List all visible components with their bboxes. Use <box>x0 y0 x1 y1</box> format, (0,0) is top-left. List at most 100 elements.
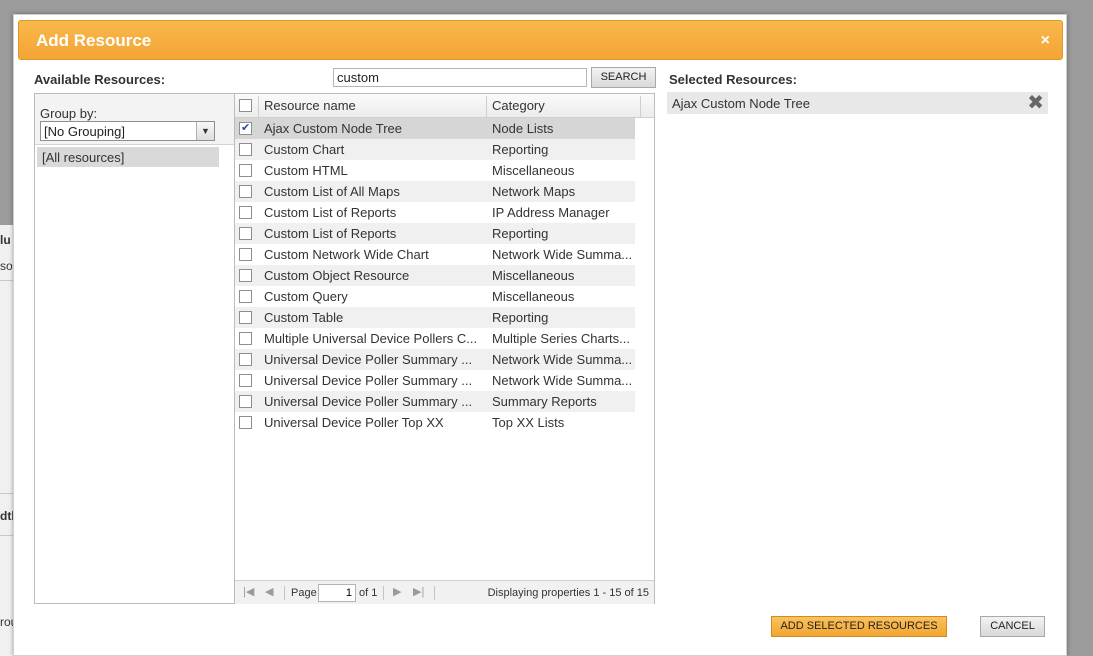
table-row[interactable]: Custom Table Reporting <box>235 307 635 328</box>
table-row[interactable]: Universal Device Poller Top XX Top XX Lis… <box>235 412 635 433</box>
selected-resource-name: Ajax Custom Node Tree <box>672 96 811 111</box>
grid-pager: |◀ ◀ Page of 1 ▶ ▶| Displaying propertie… <box>235 580 654 604</box>
category-cell: Reporting <box>492 226 549 241</box>
page-count-label: of 1 <box>359 587 378 599</box>
resource-name-cell: Custom List of Reports <box>264 226 397 241</box>
group-by-header: Group by: [No Grouping] ▼ <box>35 94 234 145</box>
resource-name-cell: Custom Query <box>264 289 348 304</box>
table-row[interactable]: Custom Network Wide Chart Network Wide Su… <box>235 244 635 265</box>
table-row[interactable]: Universal Device Poller Summary ... Netwo… <box>235 370 635 391</box>
category-cell: Miscellaneous <box>492 268 575 283</box>
column-header-resource-name[interactable]: Resource name <box>264 94 356 118</box>
row-checkbox[interactable] <box>239 290 252 303</box>
category-cell: Reporting <box>492 142 549 157</box>
background-text: dtl <box>0 509 14 523</box>
category-cell: Miscellaneous <box>492 289 575 304</box>
row-checkbox[interactable] <box>239 332 252 345</box>
row-checkbox[interactable] <box>239 121 252 135</box>
table-row[interactable]: Custom Object Resource Miscellaneous <box>235 265 635 286</box>
dialog-titlebar[interactable]: Add Resource × <box>18 20 1063 60</box>
row-checkbox[interactable] <box>239 269 252 282</box>
resource-name-cell: Universal Device Poller Summary ... <box>264 352 473 367</box>
group-panel: Group by: [No Grouping] ▼ [All resources… <box>34 93 235 604</box>
search-button[interactable]: SEARCH <box>591 67 656 88</box>
previous-page-icon[interactable]: ◀ <box>265 585 273 598</box>
row-checkbox[interactable] <box>239 227 252 240</box>
pager-divider <box>434 586 435 600</box>
background-page: lu so dtl rou <box>0 225 14 656</box>
row-checkbox[interactable] <box>239 311 252 324</box>
selected-resource-item: Ajax Custom Node Tree ✖ <box>667 92 1048 114</box>
group-by-select[interactable]: [No Grouping] ▼ <box>40 121 215 141</box>
add-selected-resources-button[interactable]: ADD SELECTED RESOURCES <box>771 616 947 637</box>
column-divider <box>486 96 487 117</box>
row-checkbox[interactable] <box>239 185 252 198</box>
column-divider <box>640 96 641 117</box>
available-resources-label: Available Resources: <box>34 72 166 87</box>
column-header-category[interactable]: Category <box>492 94 545 118</box>
resource-name-cell: Custom Table <box>264 310 344 325</box>
category-cell: Multiple Series Charts... <box>492 331 630 346</box>
resource-name-cell: Universal Device Poller Top XX <box>264 415 444 430</box>
category-cell: Miscellaneous <box>492 163 575 178</box>
row-checkbox[interactable] <box>239 143 252 156</box>
category-cell: Top XX Lists <box>492 415 565 430</box>
row-checkbox[interactable] <box>239 416 252 429</box>
table-row[interactable]: Custom HTML Miscellaneous <box>235 160 635 181</box>
group-by-label: Group by: <box>40 106 98 121</box>
background-text: lu <box>0 233 11 247</box>
category-cell: Network Wide Summa... <box>492 247 633 262</box>
table-row[interactable]: Custom Query Miscellaneous <box>235 286 635 307</box>
display-count-text: Displaying properties 1 - 15 of 15 <box>487 587 649 599</box>
chevron-down-icon[interactable]: ▼ <box>196 122 214 140</box>
table-row[interactable]: Multiple Universal Device Pollers C... Mu… <box>235 328 635 349</box>
table-row[interactable]: Custom List of Reports Reporting <box>235 223 635 244</box>
row-checkbox[interactable] <box>239 164 252 177</box>
category-cell: Node Lists <box>492 121 554 136</box>
group-item-all-resources[interactable]: [All resources] <box>37 147 219 167</box>
resource-name-cell: Custom Chart <box>264 142 345 157</box>
remove-icon[interactable]: ✖ <box>1027 92 1044 114</box>
resource-name-cell: Multiple Universal Device Pollers C... <box>264 331 478 346</box>
category-cell: Network Wide Summa... <box>492 352 633 367</box>
category-cell: Summary Reports <box>492 394 597 409</box>
pager-divider <box>383 586 384 600</box>
close-icon[interactable]: × <box>1041 33 1050 49</box>
search-input[interactable] <box>333 68 587 87</box>
row-checkbox[interactable] <box>239 206 252 219</box>
page-label: Page <box>291 587 317 599</box>
category-cell: Network Wide Summa... <box>492 373 633 388</box>
pager-divider <box>284 586 285 600</box>
resource-name-cell: Custom List of All Maps <box>264 184 400 199</box>
table-row[interactable]: Universal Device Poller Summary ... Netwo… <box>235 349 635 370</box>
category-cell: Reporting <box>492 310 549 325</box>
category-cell: IP Address Manager <box>492 205 610 220</box>
cancel-button[interactable]: CANCEL <box>980 616 1045 637</box>
row-checkbox[interactable] <box>239 374 252 387</box>
table-row[interactable]: Custom List of All Maps Network Maps <box>235 181 635 202</box>
background-divider <box>0 493 14 494</box>
first-page-icon[interactable]: |◀ <box>243 585 254 598</box>
row-checkbox[interactable] <box>239 248 252 261</box>
resources-grid: Resource name Category Ajax Custom Node … <box>235 93 655 604</box>
background-divider <box>0 280 14 281</box>
column-divider <box>258 96 259 117</box>
resource-name-cell: Custom Network Wide Chart <box>264 247 429 262</box>
resource-name-cell: Universal Device Poller Summary ... <box>264 373 473 388</box>
table-row[interactable]: Ajax Custom Node Tree Node Lists <box>235 118 635 139</box>
row-checkbox[interactable] <box>239 353 252 366</box>
background-text: rou <box>0 615 14 629</box>
resource-name-cell: Ajax Custom Node Tree <box>264 121 403 136</box>
table-row[interactable]: Custom Chart Reporting <box>235 139 635 160</box>
last-page-icon[interactable]: ▶| <box>413 585 424 598</box>
dialog-title: Add Resource <box>36 31 152 50</box>
select-all-checkbox[interactable] <box>239 99 252 112</box>
background-text: so <box>0 259 13 273</box>
page-number-input[interactable] <box>318 584 356 602</box>
next-page-icon[interactable]: ▶ <box>393 585 401 598</box>
row-checkbox[interactable] <box>239 395 252 408</box>
table-row[interactable]: Universal Device Poller Summary ... Summa… <box>235 391 635 412</box>
table-row[interactable]: Custom List of Reports IP Address Manager <box>235 202 635 223</box>
resource-name-cell: Custom List of Reports <box>264 205 397 220</box>
grid-header: Resource name Category <box>235 94 654 118</box>
